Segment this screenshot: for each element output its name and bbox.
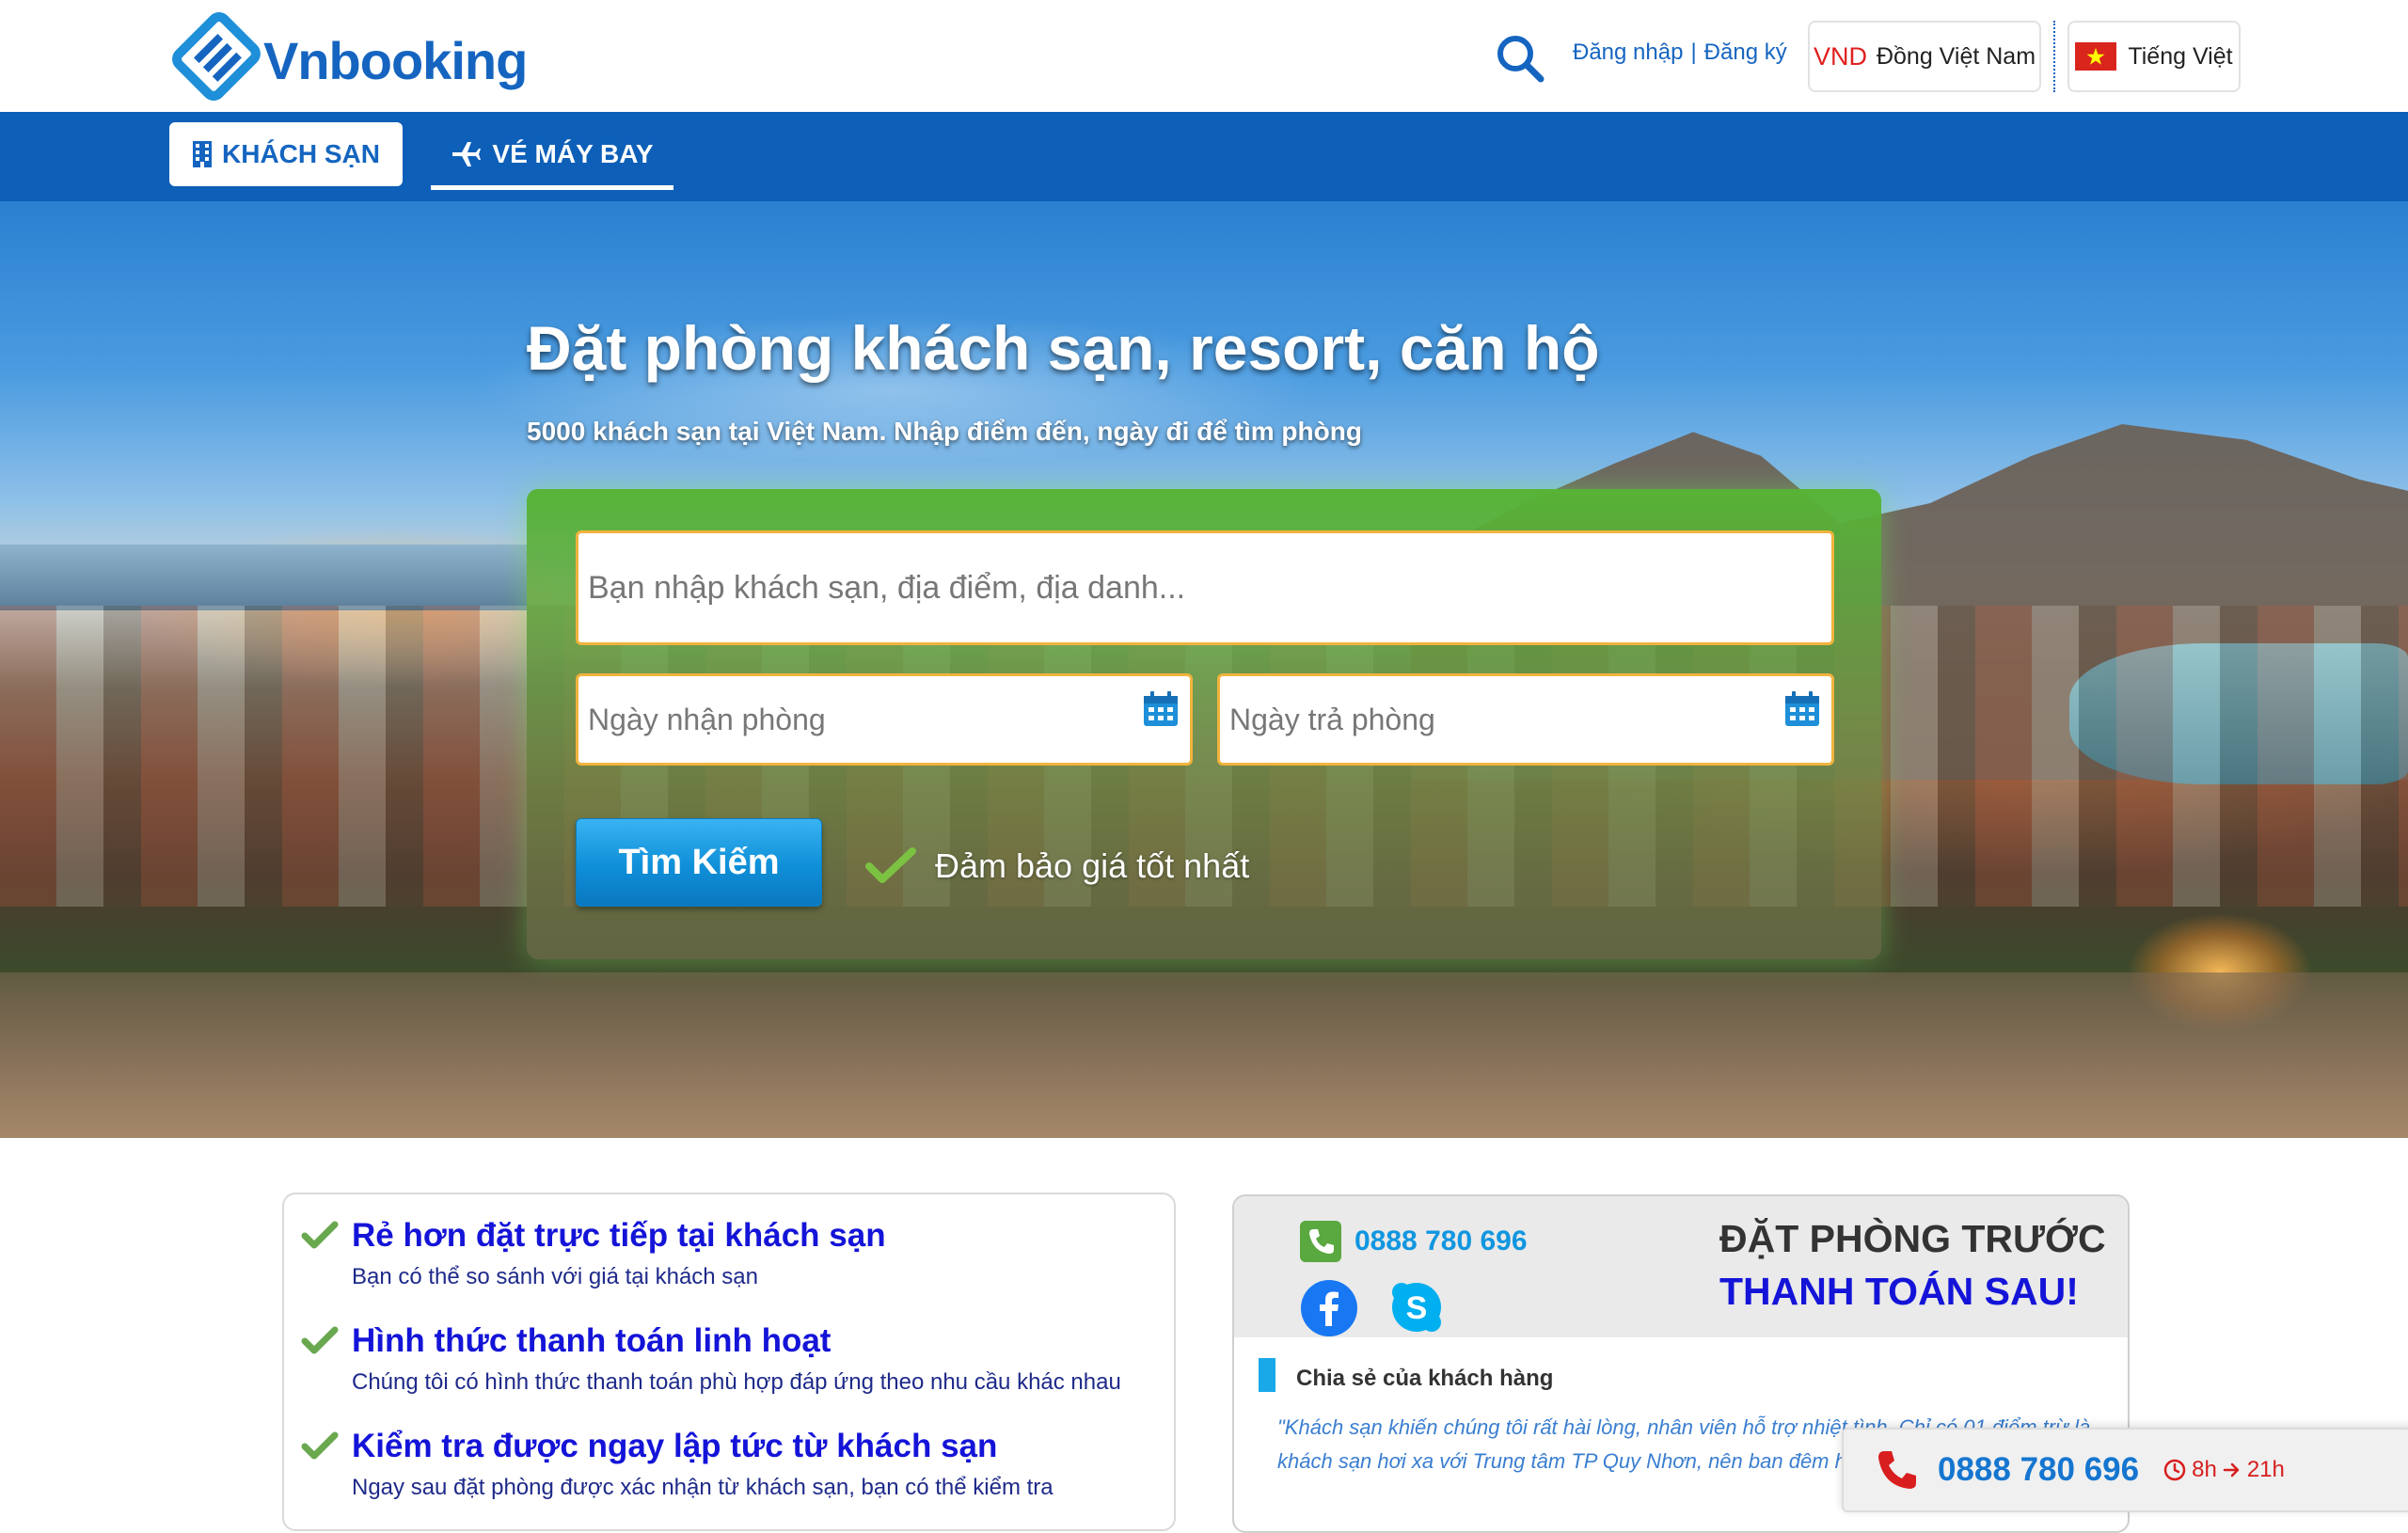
- hotel-building-icon: [193, 141, 212, 167]
- main-nav: KHÁCH SẠN VÉ MÁY BAY: [0, 112, 2408, 201]
- benefit-item: Rẻ hơn đặt trực tiếp tại khách sạn Bạn c…: [301, 1217, 886, 1290]
- hero-sea: [0, 545, 527, 610]
- brand-logo[interactable]: Vnbooking: [167, 8, 529, 105]
- benefit-item: Hình thức thanh toán linh hoạt Chúng tôi…: [301, 1322, 1121, 1396]
- promo-line-1: ĐẶT PHÒNG TRƯỚC: [1719, 1217, 2106, 1260]
- facebook-icon[interactable]: [1300, 1279, 1358, 1337]
- auth-separator: |: [1690, 40, 1697, 65]
- language-selector[interactable]: Tiếng Việt: [2067, 21, 2241, 92]
- logo-mark-icon: [172, 12, 261, 101]
- hero-foreground: [0, 972, 2408, 1138]
- vietnam-flag-icon: [2075, 42, 2117, 71]
- tab-hotels[interactable]: KHÁCH SẠN: [169, 122, 403, 186]
- guarantee-text: Đảm bảo giá tốt nhất: [935, 846, 1250, 885]
- calendar-icon[interactable]: [1782, 689, 1822, 729]
- destination-input[interactable]: [576, 530, 1834, 645]
- benefit-item: Kiểm tra được ngay lập tức từ khách sạn …: [301, 1428, 1054, 1501]
- site-header: Vnbooking Đăng nhập | Đăng ký VND Đồng V…: [0, 0, 2408, 112]
- testimonial-title: Chia sẻ của khách hàng: [1296, 1366, 1554, 1391]
- checkmark-icon: [865, 847, 916, 883]
- hotline-hours-to: 21h: [2246, 1457, 2285, 1482]
- contact-phone-number: 0888 780 696: [1354, 1225, 1528, 1256]
- checkout-input[interactable]: [1220, 676, 1831, 763]
- checkin-field[interactable]: [576, 673, 1193, 766]
- clock-icon: [2163, 1459, 2186, 1481]
- hotline-number: 0888 780 696: [1938, 1451, 2140, 1488]
- floating-hotline[interactable]: 0888 780 696 8h 21h: [1842, 1428, 2408, 1512]
- currency-code: VND: [1813, 41, 1867, 71]
- phone-icon: [1878, 1451, 1916, 1489]
- airplane-icon: [452, 141, 482, 166]
- phone-icon: [1300, 1221, 1341, 1262]
- search-button[interactable]: Tìm Kiếm: [576, 818, 822, 907]
- currency-name: Đồng Việt Nam: [1876, 42, 2036, 70]
- login-link[interactable]: Đăng nhập: [1573, 40, 1683, 66]
- brand-name: Vnbooking: [263, 30, 528, 90]
- skype-icon[interactable]: S: [1388, 1279, 1445, 1335]
- benefits-panel: Rẻ hơn đặt trực tiếp tại khách sạn Bạn c…: [282, 1193, 1176, 1531]
- register-link[interactable]: Đăng ký: [1704, 40, 1787, 66]
- benefit-desc: Ngay sau đặt phòng được xác nhận từ khác…: [352, 1475, 1054, 1500]
- hero-banner: Đặt phòng khách sạn, resort, căn hộ 5000…: [0, 201, 2408, 1138]
- language-label: Tiếng Việt: [2128, 42, 2233, 70]
- benefit-title: Kiểm tra được ngay lập tức từ khách sạn: [352, 1428, 998, 1464]
- calendar-icon[interactable]: [1141, 689, 1180, 729]
- tab-hotels-label: KHÁCH SẠN: [222, 139, 380, 168]
- benefit-title: Hình thức thanh toán linh hoạt: [352, 1322, 832, 1359]
- contact-phone[interactable]: 0888 780 696: [1300, 1221, 1528, 1262]
- checkmark-icon: [301, 1221, 339, 1249]
- tab-flights-label: VÉ MÁY BAY: [492, 138, 654, 168]
- checkin-input[interactable]: [578, 676, 1190, 763]
- best-price-guarantee: Đảm bảo giá tốt nhất: [865, 846, 1249, 886]
- hero-title: Đặt phòng khách sạn, resort, căn hộ: [527, 313, 1600, 383]
- checkmark-icon: [301, 1431, 339, 1460]
- checkmark-icon: [301, 1326, 339, 1354]
- hero-subtitle: 5000 khách sạn tại Việt Nam. Nhập điểm đ…: [527, 417, 1362, 446]
- contact-header: 0888 780 696 S ĐẶT PHÒNG TRƯỚC THANH TOÁ…: [1234, 1196, 2128, 1337]
- checkout-field[interactable]: [1217, 673, 1834, 766]
- header-divider: [2053, 21, 2055, 92]
- benefit-desc: Bạn có thể so sánh với giá tại khách sạn: [352, 1264, 758, 1289]
- benefit-title: Rẻ hơn đặt trực tiếp tại khách sạn: [352, 1217, 886, 1254]
- arrow-right-icon: [2223, 1462, 2240, 1478]
- tab-flights[interactable]: VÉ MÁY BAY: [431, 122, 673, 190]
- auth-links: Đăng nhập | Đăng ký: [1573, 40, 1787, 66]
- share-accent-bar: [1259, 1358, 1275, 1392]
- svg-text:S: S: [1406, 1290, 1428, 1326]
- promo-line-2: THANH TOÁN SAU!: [1719, 1270, 2079, 1313]
- hotline-hours: 8h 21h: [2163, 1457, 2285, 1483]
- currency-selector[interactable]: VND Đồng Việt Nam: [1808, 21, 2041, 92]
- hotline-hours-from: 8h: [2192, 1457, 2217, 1482]
- benefit-desc: Chúng tôi có hình thức thanh toán phù hợ…: [352, 1369, 1121, 1395]
- search-icon[interactable]: [1494, 32, 1546, 85]
- hotel-search-form: Tìm Kiếm Đảm bảo giá tốt nhất: [527, 489, 1881, 959]
